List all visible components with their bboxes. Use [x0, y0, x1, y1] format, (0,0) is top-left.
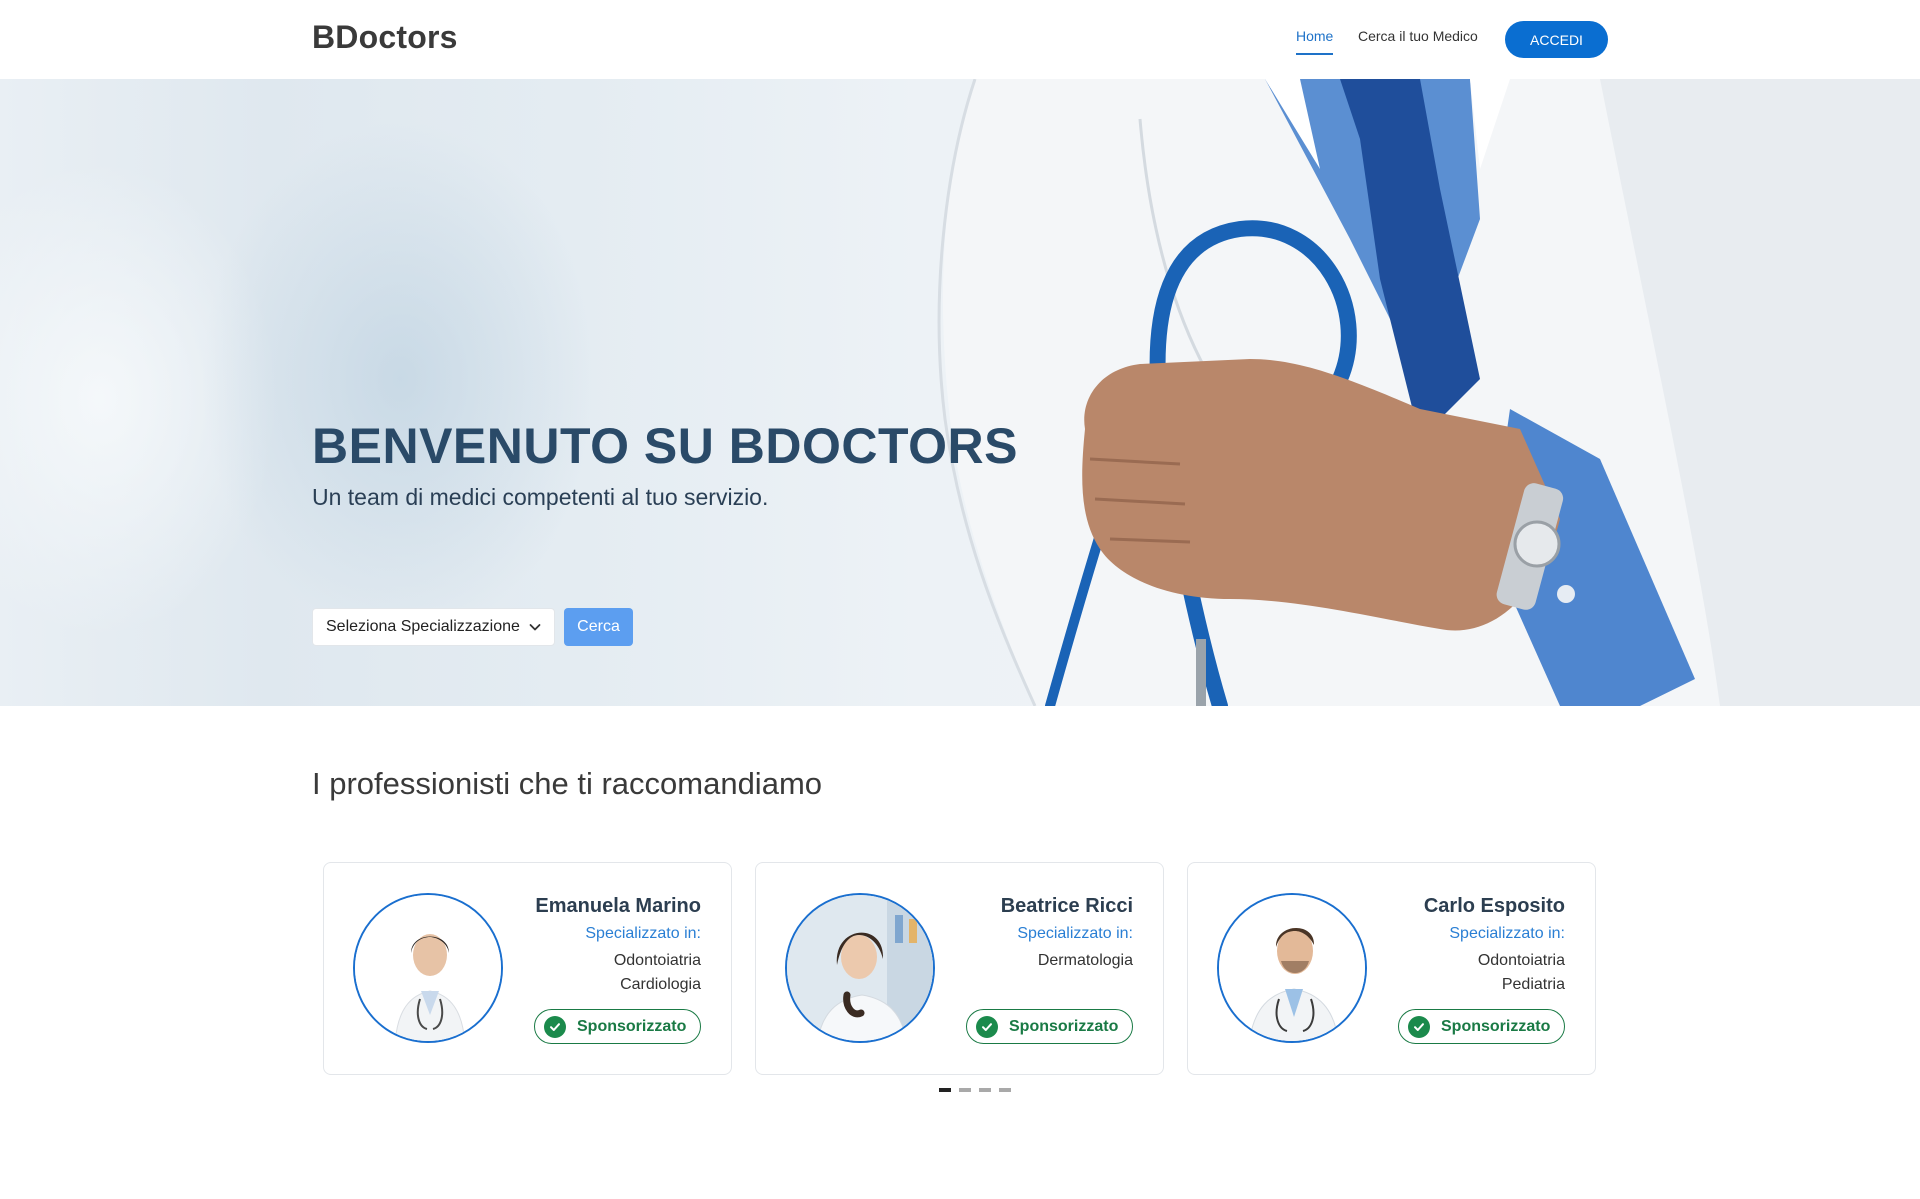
- specialization-item: Dermatologia: [1037, 952, 1133, 969]
- sponsored-badge-label: Sponsorizzato: [1441, 1017, 1551, 1035]
- specialization-label: Specializzato in:: [585, 925, 701, 942]
- doctor-avatar: [1217, 893, 1367, 1043]
- carousel-dot[interactable]: [979, 1088, 991, 1092]
- specialization-label: Specializzato in:: [1449, 925, 1565, 942]
- hero-title: BENVENUTO SU BDOCTORS: [312, 418, 1018, 474]
- specialization-item: Pediatria: [1501, 976, 1565, 993]
- specialization-item: Odontoiatria: [613, 952, 701, 969]
- search-button[interactable]: Cerca: [564, 608, 633, 646]
- nav-link-home[interactable]: Home: [1296, 28, 1334, 55]
- brand-logo[interactable]: BDoctors: [312, 19, 458, 56]
- doctor-avatar: [785, 893, 935, 1043]
- specialization-list: Odontoiatria Cardiologia: [614, 949, 701, 997]
- recommended-section-title: I professionisti che ti raccomandiamo: [312, 766, 823, 801]
- specialization-select-value: Seleziona Specializzazione: [326, 618, 520, 635]
- specialization-select[interactable]: Seleziona Specializzazione: [312, 608, 555, 646]
- doctor-name[interactable]: Beatrice Ricci: [1001, 895, 1133, 918]
- carousel-dot[interactable]: [959, 1088, 971, 1092]
- doctor-card[interactable]: Emanuela Marino Specializzato in: Odonto…: [323, 862, 732, 1075]
- carousel-dot[interactable]: [939, 1088, 951, 1092]
- sponsored-badge: Sponsorizzato: [534, 1009, 701, 1044]
- hero-subtitle: Un team di medici competenti al tuo serv…: [312, 484, 769, 510]
- specialization-item: Cardiologia: [620, 976, 701, 993]
- doctor-avatar: [353, 893, 503, 1043]
- doctor-name[interactable]: Carlo Esposito: [1424, 895, 1565, 918]
- sponsored-badge-label: Sponsorizzato: [1009, 1017, 1119, 1035]
- sponsored-badge: Sponsorizzato: [966, 1009, 1133, 1044]
- carousel-indicators: [939, 1088, 1011, 1092]
- hero-banner: BENVENUTO SU BDOCTORS Un team di medici …: [0, 79, 1920, 706]
- sponsored-badge-label: Sponsorizzato: [577, 1017, 687, 1035]
- specialization-item: Odontoiatria: [1477, 952, 1565, 969]
- nav-link-find-doctor[interactable]: Cerca il tuo Medico: [1358, 28, 1478, 44]
- check-circle-icon: [544, 1015, 566, 1038]
- sponsored-badge: Sponsorizzato: [1398, 1009, 1565, 1044]
- check-circle-icon: [976, 1015, 998, 1038]
- carousel-dot[interactable]: [999, 1088, 1011, 1092]
- doctor-name[interactable]: Emanuela Marino: [535, 895, 701, 918]
- navbar: BDoctors Home Cerca il tuo Medico ACCEDI: [0, 0, 1920, 79]
- check-circle-icon: [1408, 1015, 1430, 1038]
- specialization-label: Specializzato in:: [1017, 925, 1133, 942]
- doctor-card[interactable]: Beatrice Ricci Specializzato in: Dermato…: [755, 862, 1164, 1075]
- specialization-list: Dermatologia: [1038, 949, 1133, 973]
- specialization-list: Odontoiatria Pediatria: [1478, 949, 1565, 997]
- doctor-hero-image: [937, 79, 1920, 706]
- chevron-down-icon: [529, 624, 541, 631]
- doctor-card[interactable]: Carlo Esposito Specializzato in: Odontoi…: [1187, 862, 1596, 1075]
- login-button[interactable]: ACCEDI: [1505, 21, 1608, 58]
